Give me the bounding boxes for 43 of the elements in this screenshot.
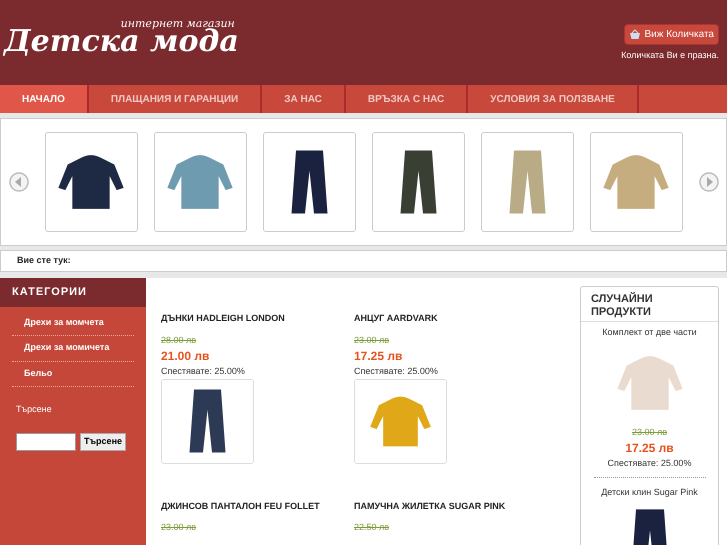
- view-cart-button[interactable]: Виж Количката: [624, 24, 719, 45]
- carousel-thumbnail[interactable]: [262, 132, 356, 232]
- carousel-thumbnail[interactable]: [372, 132, 464, 232]
- nav-tab[interactable]: ЗА НАС: [262, 85, 346, 113]
- search-label: Търсене: [16, 403, 53, 416]
- carousel-thumbnail[interactable]: [154, 132, 246, 232]
- logo: Детска мода: [4, 26, 239, 56]
- cart-status: Количката Ви е празна.: [621, 49, 719, 62]
- carousel-thumbnail[interactable]: [44, 132, 138, 232]
- price: 21.00 лв: [161, 348, 210, 365]
- old-price: 23.00 лв: [354, 334, 390, 346]
- basket-icon: [628, 29, 640, 40]
- price: 17.25 лв: [625, 440, 674, 458]
- savings: Спестявате: 25.00%: [608, 457, 692, 470]
- search-button[interactable]: Търсене: [80, 432, 126, 450]
- price: 17.25 лв: [354, 348, 402, 365]
- old-price: 23.00 лв: [632, 426, 668, 439]
- product-thumbnail[interactable]: [161, 378, 254, 464]
- nav-tab[interactable]: ПЛАЩАНИЯ И ГАРАНЦИИ: [88, 85, 262, 113]
- carousel-thumbnail[interactable]: [590, 132, 682, 232]
- search-field[interactable]: [16, 432, 76, 450]
- product-name[interactable]: ПАМУЧНА ЖИЛЕТКА SUGAR PINK: [354, 500, 506, 513]
- savings: Спестявате: 25.00%: [161, 365, 245, 378]
- carousel-thumbnail[interactable]: [480, 132, 574, 232]
- product-name[interactable]: Детски клин Sugar Pink: [601, 486, 698, 500]
- breadcrumb-label: Вие сте тук:: [17, 254, 71, 268]
- nav-tab[interactable]: НАЧАЛО: [0, 85, 89, 113]
- product-name[interactable]: ДЪНКИ HADLEIGH LONDON: [161, 312, 285, 326]
- old-price: 23.00 лв: [161, 521, 196, 534]
- nav-tab[interactable]: ВРЪЗКА С НАС: [346, 85, 468, 113]
- category-link[interactable]: Бельо: [12, 362, 134, 387]
- nav-tab[interactable]: УСЛОВИЯ ЗА ПОЛЗВАНЕ: [468, 85, 639, 113]
- category-link[interactable]: Дрехи за момичета: [12, 336, 134, 362]
- category-link[interactable]: Дрехи за момчета: [12, 310, 134, 336]
- product-name[interactable]: АНЦУГ AARDVARK: [354, 312, 438, 326]
- old-price: 28.00 лв: [161, 334, 196, 346]
- savings: Спестявате: 25.00%: [354, 365, 438, 378]
- product-name[interactable]: ДЖИНСОВ ПАНТАЛОН FEU FOLLET: [161, 500, 320, 513]
- sidebar-title: КАТЕГОРИИ: [0, 278, 146, 306]
- panel-title: СЛУЧАЙНИ ПРОДУКТИ: [581, 287, 718, 322]
- product-thumbnail[interactable]: [354, 378, 447, 464]
- old-price: 22.50 лв: [354, 521, 390, 534]
- product-name[interactable]: Комплект от две части: [602, 326, 697, 340]
